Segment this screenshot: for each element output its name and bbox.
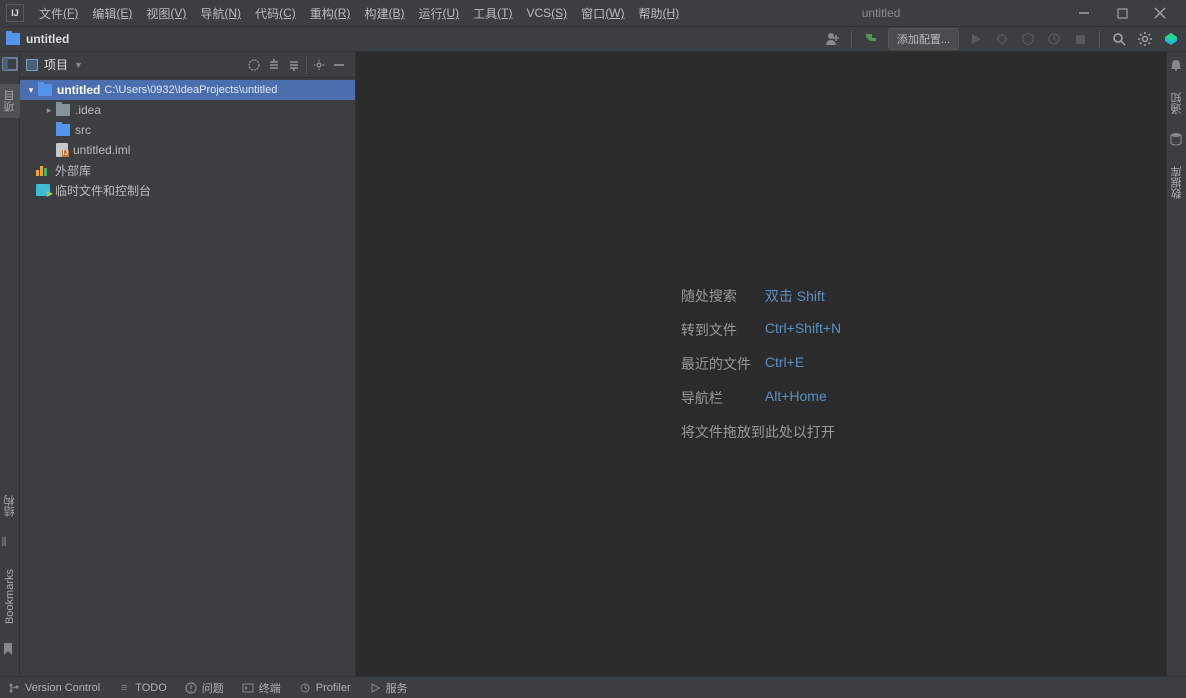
tool-database-tab[interactable]: 数据库 [1167, 160, 1186, 205]
tip-label: 随处搜索 [681, 286, 751, 306]
project-view-icon [26, 59, 38, 71]
tool-bookmarks-tab[interactable]: Bookmarks [2, 563, 18, 630]
folder-icon [6, 33, 20, 45]
debug-button[interactable] [993, 30, 1011, 48]
warning-icon [185, 682, 197, 694]
left-toolwindow-bar: 项目 结构 ⦀ Bookmarks [0, 52, 20, 676]
tool-notifications-tab[interactable]: 通知 [1167, 86, 1186, 120]
tool-project-tab[interactable]: 项目 [0, 84, 20, 118]
minimize-button[interactable] [1076, 5, 1092, 21]
tree-item-label: src [75, 123, 91, 137]
library-icon [36, 164, 50, 176]
coverage-button[interactable] [1019, 30, 1037, 48]
structure-icon[interactable]: ⦀ [2, 535, 18, 551]
right-toolwindow-bar: 通知 数据库 [1166, 52, 1186, 676]
tool-structure-tab[interactable]: 结构 [0, 489, 20, 523]
tree-root-label: untitled [57, 83, 100, 97]
project-tool-window: 项目 ▼ ▾ untitled C:\Users\0932\IdeaProjec… [20, 52, 356, 676]
tree-external-libraries[interactable]: 外部库 [20, 160, 355, 180]
tree-item-label: .idea [75, 103, 101, 117]
tree-iml-file[interactable]: untitled.iml [20, 140, 355, 160]
expand-all-icon[interactable] [264, 55, 284, 75]
collapse-all-icon[interactable] [284, 55, 304, 75]
menubar: IJ 文件(F) 编辑(E) 视图(V) 导航(N) 代码(C) 重构(R) 构… [0, 0, 1186, 26]
menu-tools[interactable]: 工具(T) [466, 0, 519, 26]
tip-drop-hint: 将文件拖放到此处以打开 [681, 422, 841, 442]
tip-label: 最近的文件 [681, 354, 751, 374]
tree-src-folder[interactable]: src [20, 120, 355, 140]
tip-label: 导航栏 [681, 388, 751, 408]
scratch-icon [36, 184, 50, 196]
status-vcs[interactable]: Version Control [8, 682, 100, 694]
status-terminal[interactable]: 终端 [242, 680, 281, 696]
statusbar: Version Control ≡TODO 问题 终端 Profiler 服务 [0, 676, 1186, 698]
run-config-dropdown[interactable]: 添加配置... [888, 28, 959, 50]
menu-navigate[interactable]: 导航(N) [193, 0, 248, 26]
project-folder-icon [38, 84, 52, 96]
tree-item-label: 临时文件和控制台 [55, 182, 151, 199]
close-button[interactable] [1152, 5, 1168, 21]
project-tree[interactable]: ▾ untitled C:\Users\0932\IdeaProjects\un… [20, 78, 355, 676]
menu-run[interactable]: 运行(U) [411, 0, 466, 26]
run-button[interactable] [967, 30, 985, 48]
iml-file-icon [56, 143, 68, 157]
tip-shortcut: Alt+Home [765, 388, 841, 408]
menu-window[interactable]: 窗口(W) [574, 0, 631, 26]
source-folder-icon [56, 124, 70, 136]
project-view-dropdown[interactable]: ▼ [74, 60, 83, 70]
user-icon[interactable] [823, 30, 841, 48]
tree-scratches[interactable]: 临时文件和控制台 [20, 180, 355, 200]
database-icon[interactable] [1169, 132, 1185, 148]
menu-refactor[interactable]: 重构(R) [303, 0, 358, 26]
menu-build[interactable]: 构建(B) [357, 0, 411, 26]
status-problems[interactable]: 问题 [185, 680, 224, 696]
tree-item-label: 外部库 [55, 162, 91, 179]
todo-icon: ≡ [118, 682, 130, 694]
tip-label: 转到文件 [681, 320, 751, 340]
tip-shortcut: 双击 Shift [765, 286, 841, 306]
menu-file[interactable]: 文件(F) [32, 0, 85, 26]
branch-icon [8, 682, 20, 694]
menu-code[interactable]: 代码(C) [248, 0, 303, 26]
profiler-icon [299, 682, 311, 694]
tip-shortcut: Ctrl+E [765, 354, 841, 374]
status-services[interactable]: 服务 [369, 680, 408, 696]
panel-settings-icon[interactable] [309, 55, 329, 75]
project-panel-title: 项目 [44, 56, 68, 73]
tree-root-path: C:\Users\0932\IdeaProjects\untitled [104, 84, 277, 96]
intellij-logo: IJ [6, 4, 24, 22]
editor-tips: 随处搜索双击 Shift 转到文件 Ctrl+Shift+N 最近的文件 Ctrl+… [681, 286, 841, 442]
breadcrumb[interactable]: untitled [26, 32, 69, 46]
menu-view[interactable]: 视图(V) [139, 0, 193, 26]
project-window-icon[interactable] [2, 56, 18, 72]
hide-panel-icon[interactable] [329, 55, 349, 75]
select-opened-icon[interactable] [244, 55, 264, 75]
window-title: untitled [686, 6, 1076, 20]
stop-button[interactable] [1071, 30, 1089, 48]
settings-icon[interactable] [1136, 30, 1154, 48]
status-todo[interactable]: ≡TODO [118, 682, 167, 694]
services-icon [369, 682, 381, 694]
profile-button[interactable] [1045, 30, 1063, 48]
tree-root[interactable]: ▾ untitled C:\Users\0932\IdeaProjects\un… [20, 80, 355, 100]
tip-shortcut: Ctrl+Shift+N [765, 320, 841, 340]
hammer-icon[interactable] [862, 30, 880, 48]
menu-vcs[interactable]: VCS(S) [519, 0, 574, 26]
tree-item-label: untitled.iml [73, 143, 130, 157]
folder-icon [56, 104, 70, 116]
bell-icon[interactable] [1169, 58, 1185, 74]
search-icon[interactable] [1110, 30, 1128, 48]
project-panel-header: 项目 ▼ [20, 52, 355, 78]
navbar: untitled 添加配置... [0, 26, 1186, 52]
status-profiler[interactable]: Profiler [299, 682, 351, 694]
editor-empty-area[interactable]: 随处搜索双击 Shift 转到文件 Ctrl+Shift+N 最近的文件 Ctrl+… [356, 52, 1166, 676]
menu-edit[interactable]: 编辑(E) [85, 0, 139, 26]
tree-idea-folder[interactable]: ▸ .idea [20, 100, 355, 120]
code-with-me-icon[interactable] [1162, 30, 1180, 48]
terminal-icon [242, 682, 254, 694]
maximize-button[interactable] [1114, 5, 1130, 21]
menu-help[interactable]: 帮助(H) [632, 0, 687, 26]
bookmark-icon[interactable] [2, 642, 18, 658]
